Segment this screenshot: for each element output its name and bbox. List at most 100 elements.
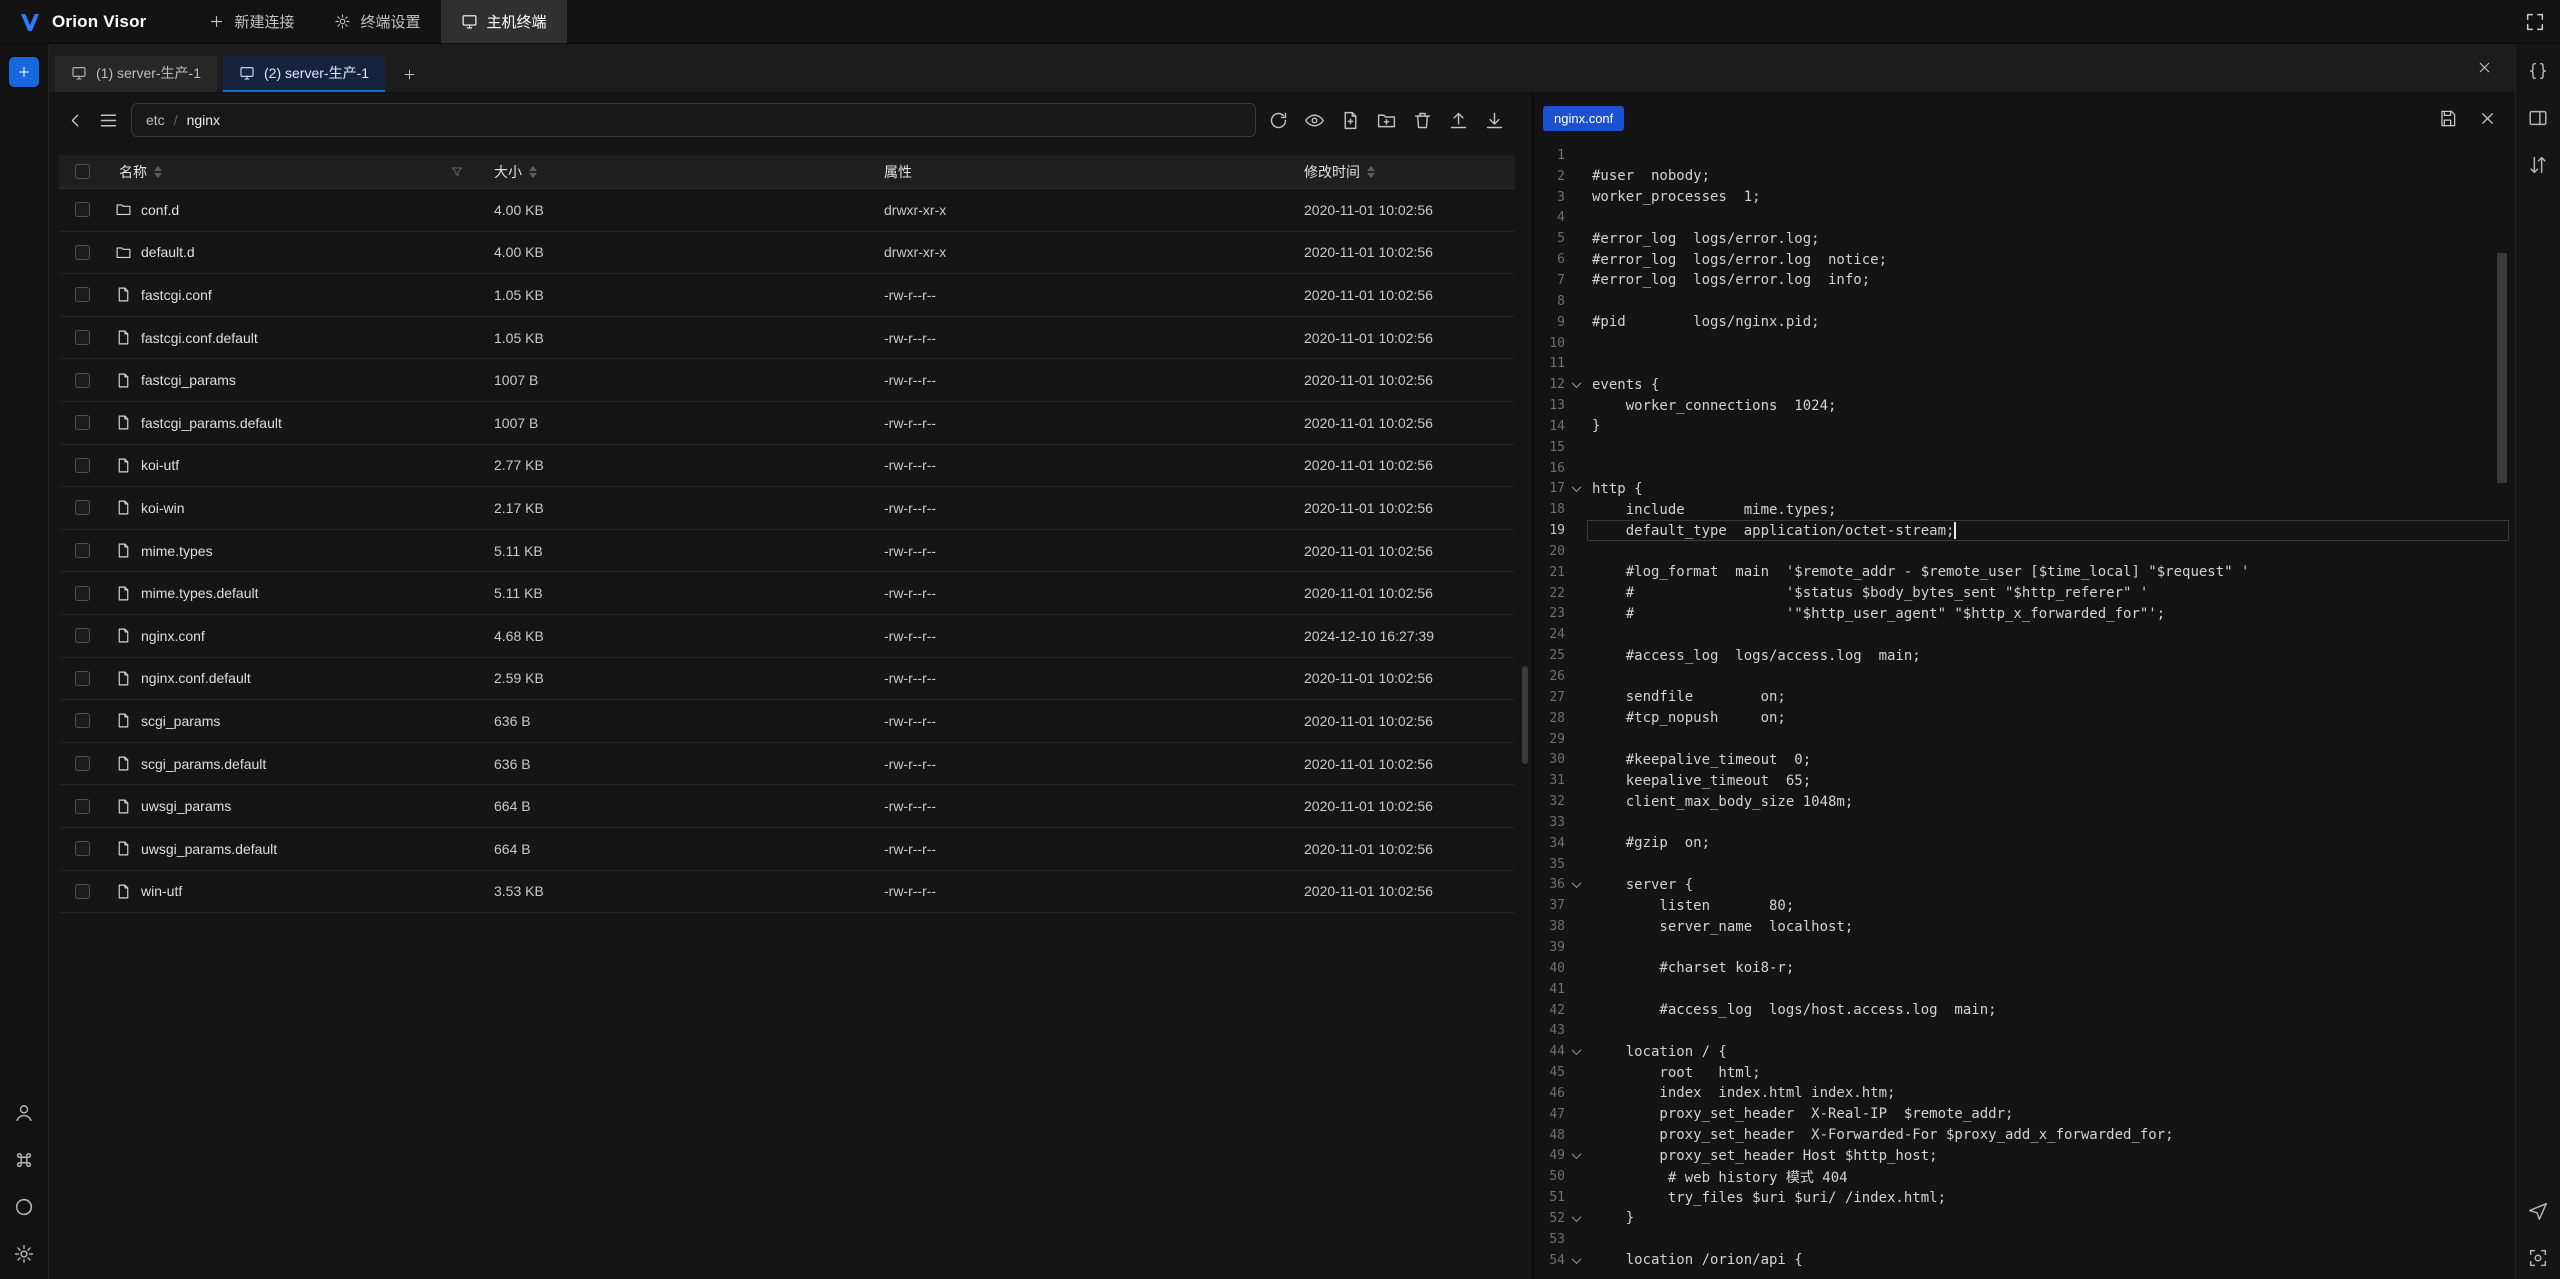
code-line[interactable]: 50 # web history 模式 404 <box>1535 1166 2515 1187</box>
code-line[interactable]: 48 proxy_set_header X-Forwarded-For $pro… <box>1535 1125 2515 1146</box>
row-checkbox[interactable] <box>59 628 105 643</box>
code-line[interactable]: 27 sendfile on; <box>1535 687 2515 708</box>
code-line[interactable]: 19 default_type application/octet-stream… <box>1535 520 2515 541</box>
row-checkbox[interactable] <box>59 586 105 601</box>
row-checkbox[interactable] <box>59 287 105 302</box>
terminal-tab[interactable]: (1) server-生产-1 <box>55 56 217 92</box>
file-name[interactable]: scgi_params <box>141 713 220 729</box>
eye-icon[interactable] <box>1304 110 1325 131</box>
file-name[interactable]: default.d <box>141 244 195 260</box>
table-row[interactable]: win-utf3.53 KB-rw-r--r--2020-11-01 10:02… <box>59 871 1515 914</box>
fold-chevron-icon[interactable] <box>1565 381 1587 388</box>
file-name[interactable]: koi-win <box>141 500 185 516</box>
file-name[interactable]: fastcgi_params <box>141 372 236 388</box>
table-row[interactable]: scgi_params636 B-rw-r--r--2020-11-01 10:… <box>59 700 1515 743</box>
code-line[interactable]: 17http { <box>1535 479 2515 500</box>
new-folder-icon[interactable] <box>1376 110 1397 131</box>
table-row[interactable]: koi-win2.17 KB-rw-r--r--2020-11-01 10:02… <box>59 487 1515 530</box>
table-row[interactable]: fastcgi.conf.default1.05 KB-rw-r--r--202… <box>59 317 1515 360</box>
swap-icon[interactable] <box>2525 152 2551 178</box>
file-name[interactable]: fastcgi_params.default <box>141 415 282 431</box>
code-line[interactable]: 52 } <box>1535 1208 2515 1229</box>
code-line[interactable]: 34 #gzip on; <box>1535 833 2515 854</box>
code-line[interactable]: 28 #tcp_nopush on; <box>1535 708 2515 729</box>
code-line[interactable]: 20 <box>1535 541 2515 562</box>
theme-icon[interactable] <box>11 1194 37 1220</box>
row-checkbox[interactable] <box>59 884 105 899</box>
refresh-icon[interactable] <box>1268 110 1289 131</box>
code-line[interactable]: 11 <box>1535 353 2515 374</box>
code-editor[interactable]: 12#user nobody;3worker_processes 1;45#er… <box>1535 145 2515 1271</box>
path-segment[interactable]: etc <box>146 112 165 128</box>
fold-chevron-icon[interactable] <box>1565 1152 1587 1159</box>
fold-chevron-icon[interactable] <box>1565 1257 1587 1264</box>
upload-icon[interactable] <box>1448 110 1469 131</box>
sort-by-name[interactable]: 名称 <box>119 162 162 182</box>
code-line[interactable]: 42 #access_log logs/host.access.log main… <box>1535 1000 2515 1021</box>
code-line[interactable]: 40 #charset koi8-r; <box>1535 958 2515 979</box>
table-row[interactable]: default.d4.00 KBdrwxr-xr-x2020-11-01 10:… <box>59 232 1515 275</box>
row-checkbox[interactable] <box>59 415 105 430</box>
save-icon[interactable] <box>2438 109 2457 128</box>
file-name[interactable]: uwsgi_params.default <box>141 841 277 857</box>
list-view-icon[interactable] <box>98 110 119 131</box>
add-tab-button[interactable] <box>391 56 427 92</box>
code-line[interactable]: 41 <box>1535 979 2515 1000</box>
code-line[interactable]: 43 <box>1535 1020 2515 1041</box>
table-row[interactable]: fastcgi_params.default1007 B-rw-r--r--20… <box>59 402 1515 445</box>
code-line[interactable]: 9#pid logs/nginx.pid; <box>1535 312 2515 333</box>
code-line[interactable]: 37 listen 80; <box>1535 895 2515 916</box>
download-icon[interactable] <box>1484 110 1505 131</box>
filter-funnel-icon[interactable] <box>450 165 464 179</box>
row-checkbox[interactable] <box>59 799 105 814</box>
code-line[interactable]: 51 try_files $uri $uri/ /index.html; <box>1535 1187 2515 1208</box>
row-checkbox[interactable] <box>59 841 105 856</box>
code-line[interactable]: 32 client_max_body_size 1048m; <box>1535 791 2515 812</box>
row-checkbox[interactable] <box>59 500 105 515</box>
code-line[interactable]: 25 #access_log logs/access.log main; <box>1535 645 2515 666</box>
table-row[interactable]: fastcgi.conf1.05 KB-rw-r--r--2020-11-01 … <box>59 274 1515 317</box>
code-line[interactable]: 31 keepalive_timeout 65; <box>1535 770 2515 791</box>
table-row[interactable]: mime.types5.11 KB-rw-r--r--2020-11-01 10… <box>59 530 1515 573</box>
fold-chevron-icon[interactable] <box>1565 1215 1587 1222</box>
table-row[interactable]: nginx.conf4.68 KB-rw-r--r--2024-12-10 16… <box>59 615 1515 658</box>
send-icon[interactable] <box>2525 1198 2551 1224</box>
code-line[interactable]: 4 <box>1535 208 2515 229</box>
file-name[interactable]: win-utf <box>141 883 182 899</box>
file-name[interactable]: conf.d <box>141 202 179 218</box>
code-line[interactable]: 47 proxy_set_header X-Real-IP $remote_ad… <box>1535 1104 2515 1125</box>
fullscreen-icon[interactable] <box>2524 11 2546 33</box>
path-breadcrumb[interactable]: etc/nginx <box>131 103 1256 137</box>
code-line[interactable]: 18 include mime.types; <box>1535 499 2515 520</box>
code-line[interactable]: 1 <box>1535 145 2515 166</box>
fold-chevron-icon[interactable] <box>1565 485 1587 492</box>
file-name[interactable]: nginx.conf.default <box>141 670 251 686</box>
command-icon[interactable] <box>11 1147 37 1173</box>
code-line[interactable]: 6#error_log logs/error.log notice; <box>1535 249 2515 270</box>
code-line[interactable]: 45 root html; <box>1535 1062 2515 1083</box>
table-row[interactable]: koi-utf2.77 KB-rw-r--r--2020-11-01 10:02… <box>59 445 1515 488</box>
table-row[interactable]: fastcgi_params1007 B-rw-r--r--2020-11-01… <box>59 359 1515 402</box>
row-checkbox[interactable] <box>59 245 105 260</box>
sort-by-size[interactable]: 大小 <box>494 162 537 182</box>
code-line[interactable]: 35 <box>1535 854 2515 875</box>
scan-icon[interactable] <box>2525 1245 2551 1271</box>
code-line[interactable]: 13 worker_connections 1024; <box>1535 395 2515 416</box>
nav-terminal-settings[interactable]: 终端设置 <box>314 0 440 43</box>
file-name[interactable]: uwsgi_params <box>141 798 231 814</box>
select-all-checkbox[interactable] <box>59 164 105 179</box>
gear-icon[interactable] <box>11 1241 37 1267</box>
code-line[interactable]: 46 index index.html index.htm; <box>1535 1083 2515 1104</box>
file-name[interactable]: nginx.conf <box>141 628 205 644</box>
back-icon[interactable] <box>65 110 86 131</box>
code-line[interactable]: 29 <box>1535 729 2515 750</box>
layout-icon[interactable] <box>2525 105 2551 131</box>
table-row[interactable]: conf.d4.00 KBdrwxr-xr-x2020-11-01 10:02:… <box>59 189 1515 232</box>
row-checkbox[interactable] <box>59 543 105 558</box>
table-row[interactable]: uwsgi_params.default664 B-rw-r--r--2020-… <box>59 828 1515 871</box>
code-line[interactable]: 24 <box>1535 624 2515 645</box>
row-checkbox[interactable] <box>59 373 105 388</box>
code-line[interactable]: 21 #log_format main '$remote_addr - $rem… <box>1535 562 2515 583</box>
code-line[interactable]: 30 #keepalive_timeout 0; <box>1535 749 2515 770</box>
code-line[interactable]: 16 <box>1535 458 2515 479</box>
